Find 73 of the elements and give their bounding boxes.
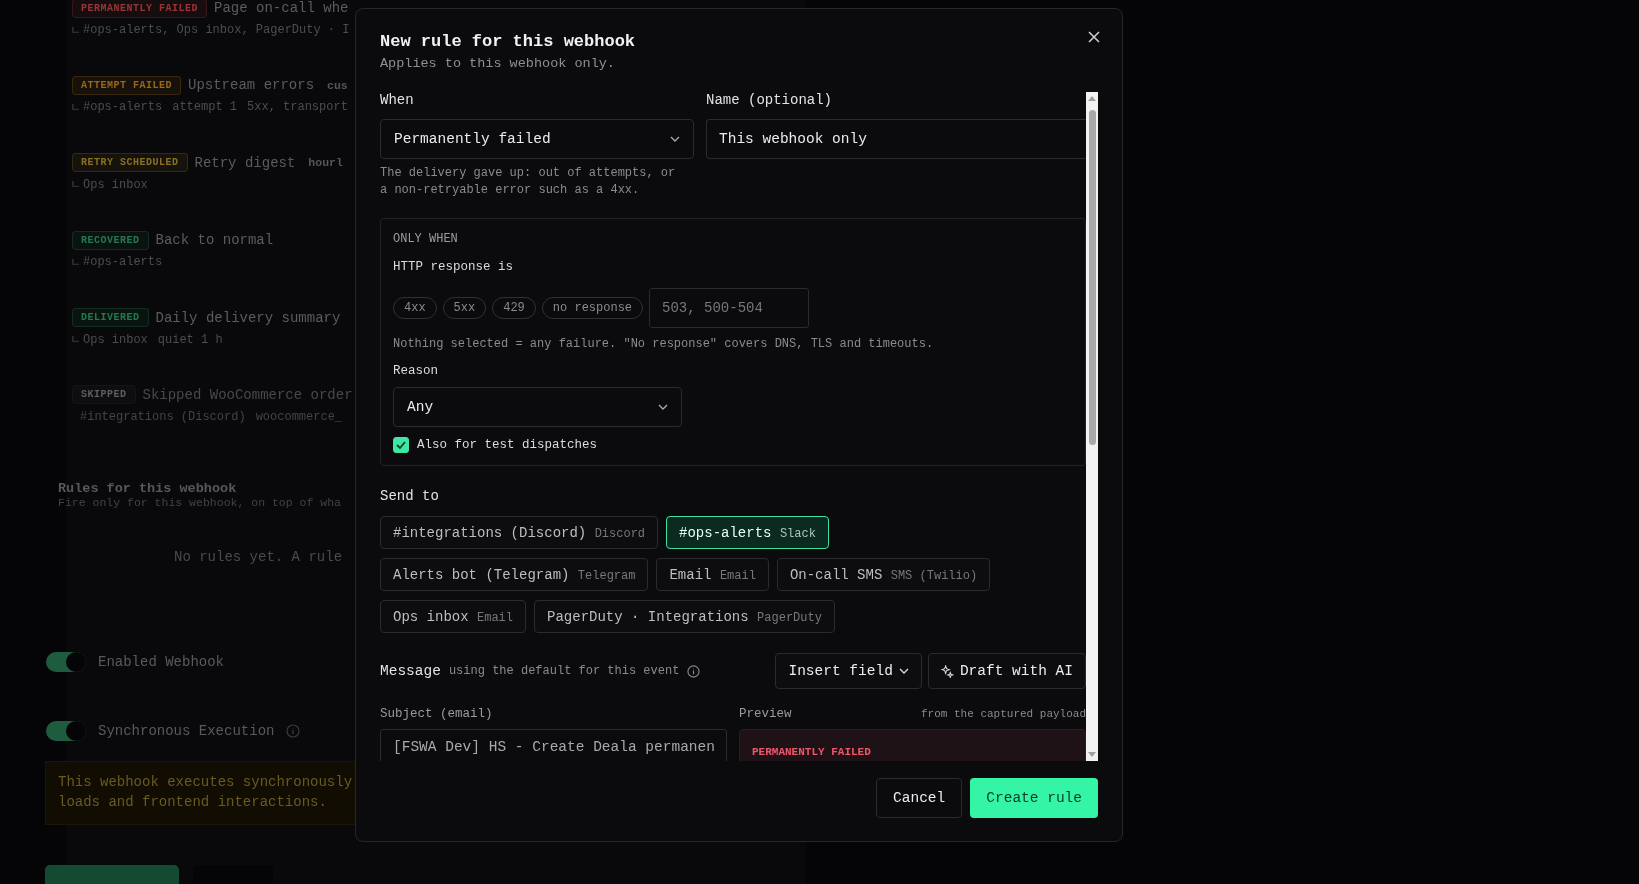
help-text: The delivery gave up: out of attempts, or a non-retryable error such as a 4xx. (380, 165, 677, 198)
field-label: Message (380, 663, 441, 679)
event-title: Back to normal (155, 232, 274, 249)
create-button[interactable]: Create rule (970, 778, 1098, 818)
event-meta: Ops inbox (83, 332, 148, 347)
draft-button[interactable]: Draft with AI (927, 653, 1086, 689)
event-title: Upstream errors (188, 77, 315, 94)
event-meta: #ops-alerts (83, 255, 163, 270)
status-label: PERMANENTLY FAILED (752, 746, 871, 758)
event-meta: woocommerce_ (255, 409, 343, 424)
toggle-switch[interactable] (46, 652, 86, 673)
field-label: Name (optional) (706, 92, 834, 110)
status-badge: RECOVERED (72, 230, 149, 250)
preview-note: from the captured payload (920, 708, 1086, 720)
status-codes-field[interactable]: 503, 500-504 (649, 288, 810, 328)
status-badge: SKIPPED (72, 385, 136, 405)
hint-text: using the default for this event (448, 664, 680, 678)
toggle-label: Synchronous Execution (98, 723, 275, 740)
event-tag: hourl (308, 156, 343, 170)
field-label: When (380, 92, 415, 110)
cancel-button[interactable]: Cancel (876, 778, 963, 818)
chevron-down-icon (670, 136, 680, 142)
channel-chip[interactable]: #integrations (Discord) Discord (380, 516, 659, 549)
field-label: HTTP response is (393, 260, 515, 274)
channel-chip[interactable]: PagerDuty · Integrations PagerDuty (534, 600, 835, 633)
status-badge: RETRY SCHEDULED (72, 153, 188, 173)
channel-chip[interactable]: Email Email (656, 558, 769, 591)
event-tag: cus (327, 78, 348, 92)
info-icon (286, 724, 301, 739)
close-icon (1088, 31, 1100, 43)
scrollbar[interactable] (1086, 92, 1098, 761)
checkbox[interactable] (393, 437, 409, 453)
checkbox-label: Also for test dispatches (417, 438, 598, 452)
insert-field-button[interactable]: Insert field (775, 653, 922, 689)
event-title: Daily delivery summary (155, 309, 341, 326)
event-title: Skipped WooCommerce order (142, 386, 353, 403)
sparkle-icon (940, 664, 954, 678)
status-badge: ATTEMPT FAILED (72, 75, 181, 95)
name-field[interactable]: This webhook only (706, 119, 1086, 159)
toggle-switch[interactable] (46, 721, 86, 742)
event-meta: attempt 1 (172, 100, 238, 115)
field-label: Reason (393, 364, 439, 378)
field-label: Subject (email) (380, 707, 494, 721)
section-heading: ONLY WHEN (393, 232, 459, 246)
event-title: Page on-call whe (214, 0, 349, 16)
channel-chip[interactable]: #ops-alerts Slack (666, 516, 829, 549)
info-icon (687, 664, 701, 678)
status-badge: PERMANENTLY FAILED (72, 0, 208, 18)
section-title: Rules for this webhook (58, 481, 238, 497)
field-label: Preview (739, 707, 792, 721)
event-meta: Ops inbox (83, 177, 148, 192)
event-title: Retry digest (194, 154, 296, 171)
empty-message: No rules yet. A rule (173, 549, 344, 566)
channel-chip[interactable]: Ops inbox Email (380, 600, 527, 633)
event-meta: 5xx, transport (247, 100, 348, 115)
event-meta: #integrations (Discord) (80, 409, 246, 424)
field-label: Send to (380, 488, 440, 506)
event-meta: #ops-alerts (83, 100, 163, 115)
dialog-subtitle: Applies to this webhook only. (380, 56, 616, 71)
channel-chip[interactable]: Alerts bot (Telegram) Telegram (380, 558, 649, 591)
event-select[interactable]: Permanently failed (380, 119, 694, 159)
warning-message: This webhook executes synchronously loads and frontend interactions. (45, 761, 355, 826)
status-badge: DELIVERED (72, 308, 149, 328)
help-text: Nothing selected = any failure. "No response" covers DNS, TLS and timeouts. (393, 337, 935, 351)
chevron-down-icon (658, 404, 668, 410)
channel-chip[interactable]: On-call SMS SMS (Twilio) (776, 558, 991, 591)
event-meta: #ops-alerts, Ops inbox, PagerDuty · I (83, 23, 350, 37)
reason-select[interactable]: Any (393, 387, 682, 427)
toggle-label: Enabled Webhook (98, 654, 225, 671)
chevron-down-icon (898, 668, 909, 674)
event-meta: quiet 1 h (157, 332, 223, 347)
subject-field[interactable]: [FSWA Dev] HS - Create Deala permanen (380, 729, 727, 761)
dialog-title: New rule for this webhook (380, 32, 636, 51)
